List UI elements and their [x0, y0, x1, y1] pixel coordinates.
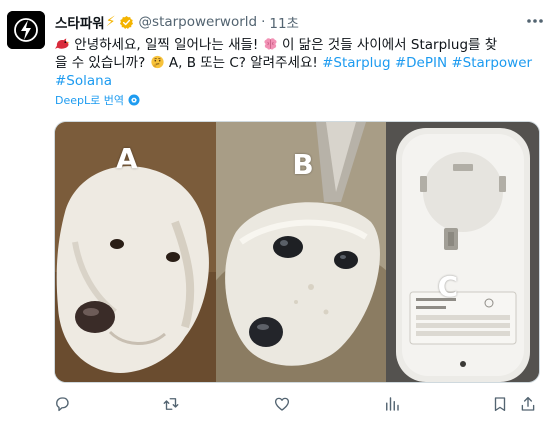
question-text-2: 을 수 있습니까?: [55, 55, 146, 71]
bookmark-button[interactable]: [490, 394, 510, 414]
tweet-header: 스타파워 ⚡ @starpowerworld · 11초: [55, 12, 299, 32]
verified-badge-icon[interactable]: [119, 15, 134, 30]
hashtag-starplug[interactable]: #Starplug: [322, 55, 390, 71]
greeting-text: 안녕하세요, 일찍 일어나는 새들!: [74, 37, 259, 53]
hashtag-solana[interactable]: #Solana: [55, 73, 112, 89]
more-icon: [527, 19, 543, 23]
gear-icon: [128, 94, 140, 106]
heart-icon: [274, 397, 290, 411]
media-panel-b[interactable]: B: [216, 122, 386, 382]
retweet-button[interactable]: [161, 394, 181, 414]
views-icon: [386, 397, 399, 411]
avatar[interactable]: [7, 11, 45, 49]
tweet-actions: [52, 394, 538, 414]
label-b: B: [292, 148, 315, 181]
label-c: C: [437, 270, 460, 303]
translate-link[interactable]: DeepL로 번역: [55, 92, 140, 108]
retweet-icon: [163, 398, 179, 410]
handle[interactable]: @starpowerworld: [139, 14, 258, 30]
tweet-text-line-3: #Solana: [55, 72, 545, 90]
display-name[interactable]: 스타파워: [55, 12, 105, 32]
reply-button[interactable]: [52, 394, 72, 414]
media-panel-c[interactable]: C: [385, 122, 539, 382]
tweet-text-line-1: 안녕하세요, 일찍 일어나는 새들! 이 닮은 것들 사이에서 Starplug…: [55, 36, 545, 54]
reply-icon: [56, 397, 69, 412]
tweet-media[interactable]: A B C: [54, 121, 540, 383]
bird-emoji-icon: [55, 38, 70, 49]
like-button[interactable]: [272, 394, 292, 414]
share-icon: [521, 396, 535, 411]
bookmark-icon: [494, 397, 506, 412]
starpower-logo-icon: [7, 11, 45, 49]
tweet[interactable]: 스타파워 ⚡ @starpowerworld · 11초 안녕하세요, 일찍 일…: [0, 0, 558, 428]
bolt-emoji: ⚡: [105, 14, 116, 30]
thinking-emoji-icon: [150, 55, 164, 69]
choice-text: A, B 또는 C? 알려주세요!: [168, 55, 318, 71]
brain-emoji-icon: [264, 38, 277, 50]
media-panel-a[interactable]: A: [55, 122, 217, 382]
hashtag-depin[interactable]: #DePIN: [395, 55, 447, 71]
timestamp[interactable]: 11초: [269, 12, 299, 32]
tweet-text-line-2: 을 수 있습니까? A, B 또는 C? 알려주세요! #Starplug #D…: [55, 54, 545, 72]
share-button[interactable]: [518, 394, 538, 414]
label-a: A: [116, 142, 139, 175]
question-text-1: 이 닮은 것들 사이에서 Starplug를 찾: [281, 37, 498, 53]
translate-label: DeepL로 번역: [55, 94, 124, 107]
tweet-text: 안녕하세요, 일찍 일어나는 새들! 이 닮은 것들 사이에서 Starplug…: [55, 36, 545, 90]
more-button[interactable]: [524, 12, 546, 30]
separator-dot: ·: [261, 14, 266, 30]
smart-plug-photo: [385, 122, 539, 382]
views-button[interactable]: [382, 394, 402, 414]
hashtag-starpower[interactable]: #Starpower: [451, 55, 532, 71]
